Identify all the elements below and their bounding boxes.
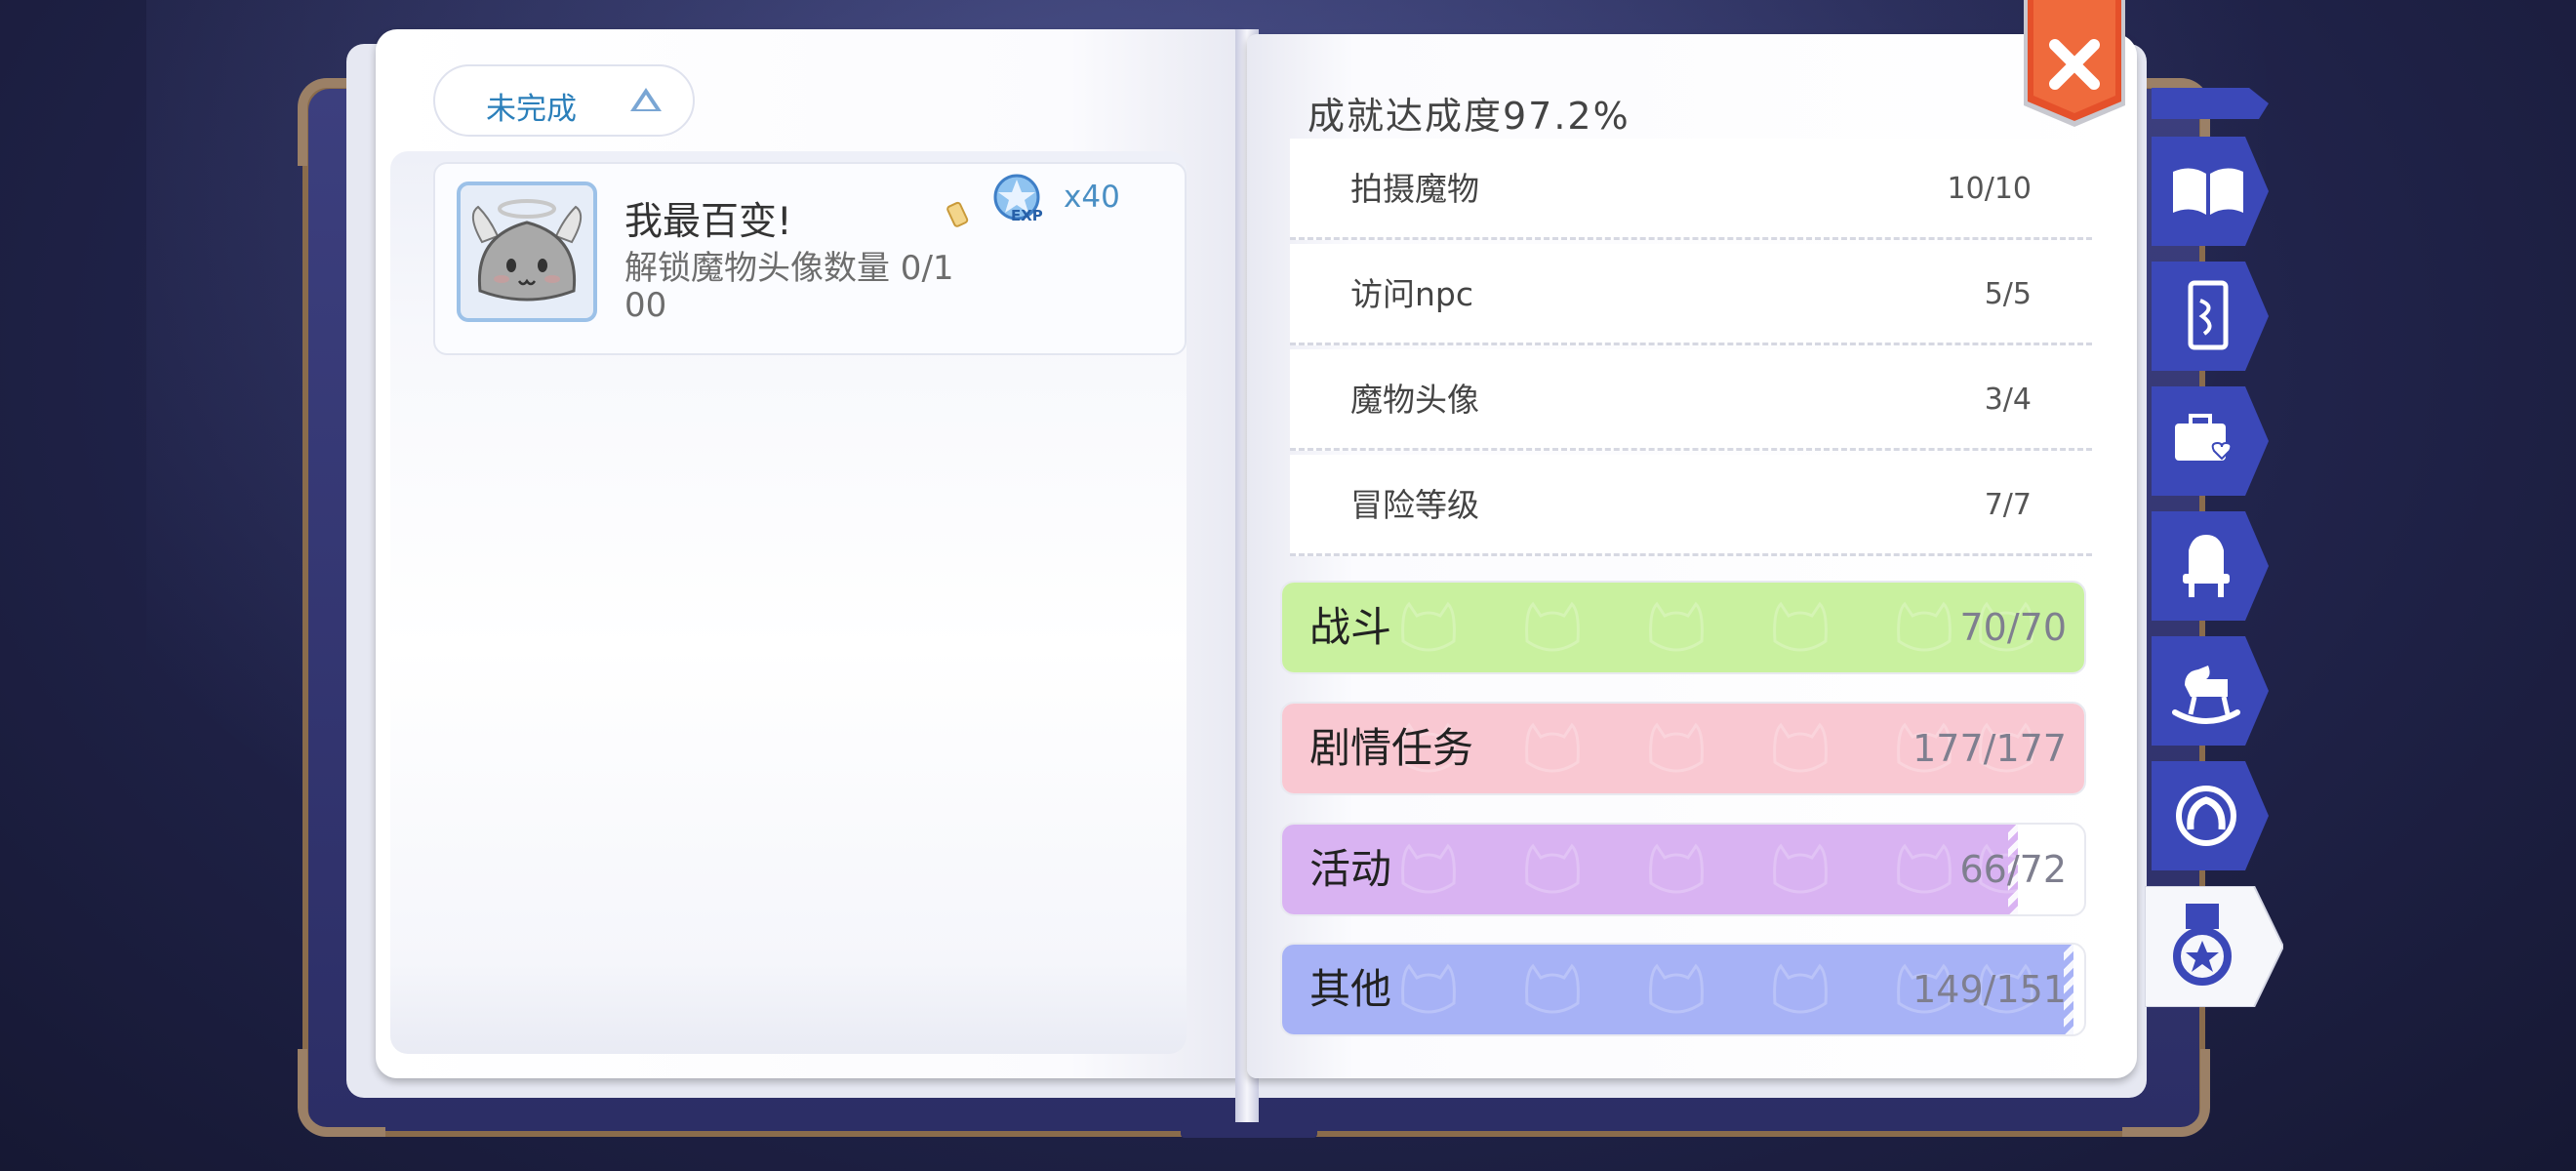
completion-title: 成就达成度97.2% xyxy=(1308,95,1630,138)
briefcase-heart-icon xyxy=(2152,386,2269,496)
category-story-quests[interactable]: 剧情任务 177/177 xyxy=(1280,702,2086,795)
category-label: 其他 xyxy=(1309,965,1392,1013)
sub-item-label: 拍摄魔物 xyxy=(1350,170,1479,208)
book-spine-base xyxy=(1181,1122,1317,1138)
cat-face-watermark xyxy=(1897,601,1952,652)
cat-face-watermark xyxy=(1773,963,1828,1014)
sub-item-row: 访问npc 5/5 xyxy=(1290,244,2092,345)
category-label: 战斗 xyxy=(1309,603,1392,651)
side-tab-collection[interactable] xyxy=(2152,386,2269,496)
chair-icon xyxy=(2152,511,2269,621)
sub-item-row: 拍摄魔物 10/10 xyxy=(1290,139,2092,240)
side-tab-book[interactable] xyxy=(2152,137,2269,246)
side-tab-toys[interactable] xyxy=(2152,636,2269,746)
cat-face-watermark xyxy=(1649,601,1704,652)
cat-face-watermark xyxy=(1525,601,1580,652)
cat-face-watermark xyxy=(1897,843,1952,894)
svg-text:EXP: EXP xyxy=(1011,207,1043,224)
category-events[interactable]: 活动 66/72 xyxy=(1280,823,2086,916)
sub-item-row: 冒险等级 7/7 xyxy=(1290,455,2092,556)
sub-item-value: 7/7 xyxy=(1984,488,2032,522)
category-label: 剧情任务 xyxy=(1309,724,1474,772)
horseshoe-icon xyxy=(2152,761,2269,870)
rocking-horse-icon xyxy=(2152,636,2269,746)
cat-face-watermark xyxy=(1401,843,1456,894)
sub-item-value: 3/4 xyxy=(1984,383,2032,417)
filter-dropdown[interactable]: 未完成 xyxy=(433,64,695,137)
side-tab-partial[interactable] xyxy=(2152,88,2269,119)
category-other[interactable]: 其他 149/151 xyxy=(1280,943,2086,1036)
cat-face-watermark xyxy=(1525,722,1580,773)
achievement-card[interactable]: 我最百变! 解锁魔物头像数量 0/1 00 EXP x40 xyxy=(433,162,1187,355)
book-icon xyxy=(2152,137,2269,246)
achievement-description: 解锁魔物头像数量 0/1 00 xyxy=(624,250,995,324)
category-combat[interactable]: 战斗 70/70 xyxy=(1280,581,2086,674)
cat-face-watermark xyxy=(1773,843,1828,894)
avatar xyxy=(457,182,597,322)
category-value: 70/70 xyxy=(1959,606,2067,649)
side-tab-furniture[interactable] xyxy=(2152,511,2269,621)
reward-quantity: x40 xyxy=(1064,180,1120,215)
scroll-icon xyxy=(946,201,969,227)
side-tab-horseshoe[interactable] xyxy=(2152,761,2269,870)
side-tab-achievements[interactable] xyxy=(2144,885,2285,1008)
triangle-up-icon xyxy=(630,88,662,111)
cat-face-watermark xyxy=(1525,843,1580,894)
exp-icon: EXP xyxy=(993,174,1043,224)
cat-face-watermark xyxy=(1401,601,1456,652)
sub-item-value: 5/5 xyxy=(1984,277,2032,311)
sub-item-row: 魔物头像 3/4 xyxy=(1290,349,2092,451)
category-label: 活动 xyxy=(1309,845,1392,893)
category-value: 66/72 xyxy=(1959,848,2067,891)
sub-item-label: 访问npc xyxy=(1350,275,1474,313)
description-line: 解锁魔物头像数量 0/1 xyxy=(624,249,954,288)
sub-item-value: 10/10 xyxy=(1947,172,2032,206)
sub-item-label: 魔物头像 xyxy=(1350,381,1479,419)
cat-face-watermark xyxy=(1401,963,1456,1014)
side-tab-cards[interactable] xyxy=(2152,262,2269,371)
cat-face-watermark xyxy=(1773,722,1828,773)
category-value: 149/151 xyxy=(1912,968,2067,1011)
cat-face-watermark xyxy=(1649,963,1704,1014)
medal-icon xyxy=(2144,885,2285,1008)
close-icon xyxy=(2024,0,2125,127)
close-button[interactable] xyxy=(2020,0,2129,129)
cat-face-watermark xyxy=(1525,963,1580,1014)
achievement-title: 我最百变! xyxy=(624,200,792,244)
angel-poring-icon xyxy=(471,199,583,302)
description-line: 00 xyxy=(624,286,667,325)
cat-face-watermark xyxy=(1773,601,1828,652)
sub-item-label: 冒险等级 xyxy=(1350,486,1479,524)
cat-face-watermark xyxy=(1649,722,1704,773)
card-icon xyxy=(2152,262,2269,371)
category-value: 177/177 xyxy=(1912,727,2067,770)
filter-label: 未完成 xyxy=(486,92,577,127)
cat-face-watermark xyxy=(1649,843,1704,894)
